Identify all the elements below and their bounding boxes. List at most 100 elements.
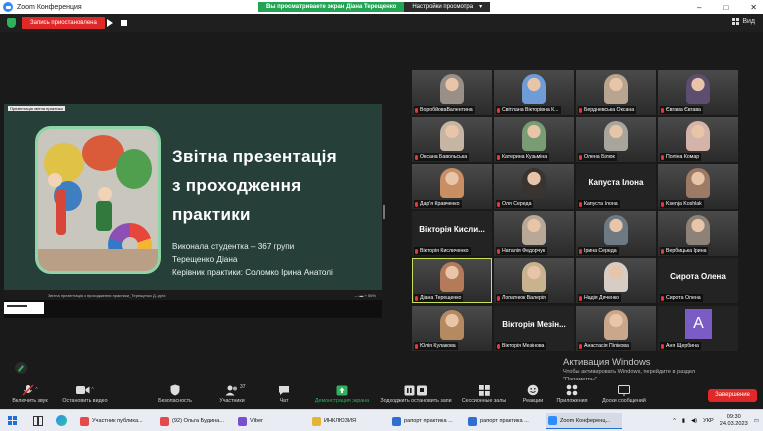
- view-options-button[interactable]: Настройки просмотра ▾: [404, 2, 491, 12]
- annotate-pen-icon[interactable]: [15, 362, 27, 374]
- participant-tile[interactable]: Діана Терещенко: [412, 258, 492, 303]
- taskbar-app[interactable]: ИНКЛЮЗИЯ: [310, 413, 386, 429]
- participant-tile[interactable]: Дар'я Кравченко: [412, 164, 492, 209]
- clock[interactable]: 09:30 24.03.2023: [720, 414, 748, 428]
- participant-tile[interactable]: Ksenja Koshlak: [658, 164, 738, 209]
- edge-browser-icon[interactable]: [56, 415, 67, 426]
- stop-recording-icon[interactable]: [121, 20, 127, 26]
- shield-icon: [150, 384, 200, 396]
- participant-tile[interactable]: Ірина Середа: [576, 211, 656, 256]
- participant-tile[interactable]: Вікторія Мезін... Вікторія Мезінова: [494, 306, 574, 351]
- security-button[interactable]: Безопасность: [150, 384, 200, 408]
- minimize-button[interactable]: –: [697, 3, 701, 12]
- splitter-handle[interactable]: [383, 205, 385, 219]
- participant-tile[interactable]: Євгава Євгава: [658, 70, 738, 115]
- participants-count: 37: [240, 384, 246, 390]
- app-icon: [160, 416, 169, 426]
- participant-name: Вербицька Ірина: [666, 248, 707, 254]
- participant-tile[interactable]: Олена Білюк: [576, 117, 656, 162]
- participant-tile[interactable]: Капуста Ілона Капуста Ілона: [576, 164, 656, 209]
- mic-muted-icon: [415, 201, 418, 207]
- participant-tile[interactable]: Юлія Кулакова: [412, 306, 492, 351]
- mic-muted-icon: [661, 107, 664, 113]
- mic-muted-icon: [661, 248, 664, 254]
- participant-tile[interactable]: Оксана Бавольська: [412, 117, 492, 162]
- participant-name-caption: ВоробйоваВалентина: [414, 106, 475, 114]
- chevron-up-icon[interactable]: ^: [91, 387, 93, 393]
- chat-button[interactable]: Чат: [272, 384, 296, 408]
- resume-recording-icon[interactable]: [107, 19, 113, 27]
- stop-video-button[interactable]: ^ Остановить видео: [56, 384, 114, 408]
- participant-display-name: Вікторія Кисли...: [419, 225, 485, 234]
- close-button[interactable]: ✕: [750, 3, 757, 12]
- participant-name: Надія Дяченко: [584, 295, 620, 301]
- maximize-button[interactable]: □: [723, 3, 728, 12]
- participant-name-caption: Дар'я Кравченко: [414, 200, 462, 208]
- participant-tile[interactable]: Катерина Кузьміна: [494, 117, 574, 162]
- participant-avatar: A: [685, 309, 712, 339]
- participant-name-caption: Оксана Бавольська: [414, 153, 470, 161]
- participant-tile[interactable]: Лопатнюк Валерія: [494, 258, 574, 303]
- taskbar-app[interactable]: (92) Ольга Будина...: [158, 413, 232, 429]
- participant-tile[interactable]: Сирота Олена Сирота Олена: [658, 258, 738, 303]
- participants-button[interactable]: 37 Участники: [210, 384, 254, 408]
- participant-tile[interactable]: ВоробйоваВалентина: [412, 70, 492, 115]
- taskbar-app[interactable]: рапорт практика ...: [466, 413, 542, 429]
- notifications-icon[interactable]: ▭: [754, 418, 759, 424]
- shield-icon[interactable]: [7, 18, 16, 28]
- end-meeting-button[interactable]: Завершение: [708, 389, 757, 402]
- taskbar-app[interactable]: Zoom Конференц...: [546, 413, 622, 429]
- taskbar-app[interactable]: рапорт практика ...: [390, 413, 462, 429]
- participant-name-caption: Юлія Кулакова: [414, 342, 458, 350]
- participant-video: [604, 74, 628, 104]
- participant-name-caption: Діана Терещенко: [414, 294, 464, 302]
- unmute-button[interactable]: ^ Включить звук: [4, 384, 56, 408]
- task-view-icon[interactable]: [33, 416, 43, 426]
- shared-app-statusbar: Звітна презентація з проходження практик…: [4, 290, 382, 300]
- reactions-button[interactable]: Реакции: [518, 384, 548, 408]
- participant-video: [440, 168, 464, 198]
- participant-name: Лопатнюк Валерія: [502, 295, 546, 301]
- mic-muted-icon: [579, 343, 582, 349]
- participant-name-caption: Анастасія Пілікова: [578, 342, 631, 350]
- participant-tile[interactable]: Оля Середа: [494, 164, 574, 209]
- share-screen-button[interactable]: Демонстрация экрана: [309, 384, 375, 408]
- taskbar-app[interactable]: Viber: [236, 413, 306, 429]
- chevron-up-icon[interactable]: ^: [673, 418, 676, 424]
- taskbar-app[interactable]: Участник публика...: [78, 413, 154, 429]
- participant-tile[interactable]: Поліна Комар: [658, 117, 738, 162]
- windows-start-icon[interactable]: [8, 416, 17, 425]
- system-tray: ^ ▮ ◀) УКР 09:30 24.03.2023 ▭: [673, 410, 759, 431]
- pause-share-button[interactable]: Зодходжить остановить запи: [376, 384, 456, 408]
- security-label: Безопасность: [158, 398, 192, 404]
- participant-tile[interactable]: Вербицька Ірина: [658, 211, 738, 256]
- participants-label: Участники: [219, 398, 245, 404]
- participant-tile[interactable]: Вікторія Кисли... Вікторія Кисличенко: [412, 211, 492, 256]
- participant-tile[interactable]: Наталія Федорчук: [494, 211, 574, 256]
- mic-muted-icon: [661, 201, 664, 207]
- shared-screen: Презентація звітна практика Звітна презе…: [4, 104, 382, 318]
- taskbar-app-label: Участник публика...: [92, 418, 143, 424]
- participant-tile[interactable]: Світлана Вікторівна К...: [494, 70, 574, 115]
- apps-button[interactable]: Приложения: [552, 384, 592, 408]
- whiteboards-button[interactable]: Доски сообщений: [596, 384, 652, 408]
- app-icon: [468, 416, 477, 426]
- pause-share-label: Зодходжить остановить запи: [380, 398, 452, 404]
- participant-tile[interactable]: Надія Дяченко: [576, 258, 656, 303]
- language-indicator[interactable]: УКР: [703, 418, 714, 424]
- mic-muted-icon: [661, 295, 664, 301]
- activation-title: Активация Windows: [563, 357, 651, 368]
- chevron-up-icon[interactable]: ^: [35, 387, 37, 393]
- view-button[interactable]: Вид: [732, 18, 755, 25]
- volume-icon[interactable]: ◀): [691, 418, 697, 424]
- participant-tile[interactable]: A Аня Щербина: [658, 306, 738, 351]
- participant-name: ВоробйоваВалентина: [420, 107, 473, 113]
- participant-tile[interactable]: Бердневська Оксана: [576, 70, 656, 115]
- participant-tile[interactable]: Анастасія Пілікова: [576, 306, 656, 351]
- participant-video: [686, 215, 710, 245]
- participant-name-caption: Вікторія Кисличенко: [414, 247, 471, 255]
- slide-title: Звітна презентація з проходження практик…: [172, 142, 372, 229]
- network-icon[interactable]: ▮: [682, 418, 685, 424]
- breakout-rooms-button[interactable]: Сессионные залы: [458, 384, 510, 408]
- participant-video: [522, 168, 546, 198]
